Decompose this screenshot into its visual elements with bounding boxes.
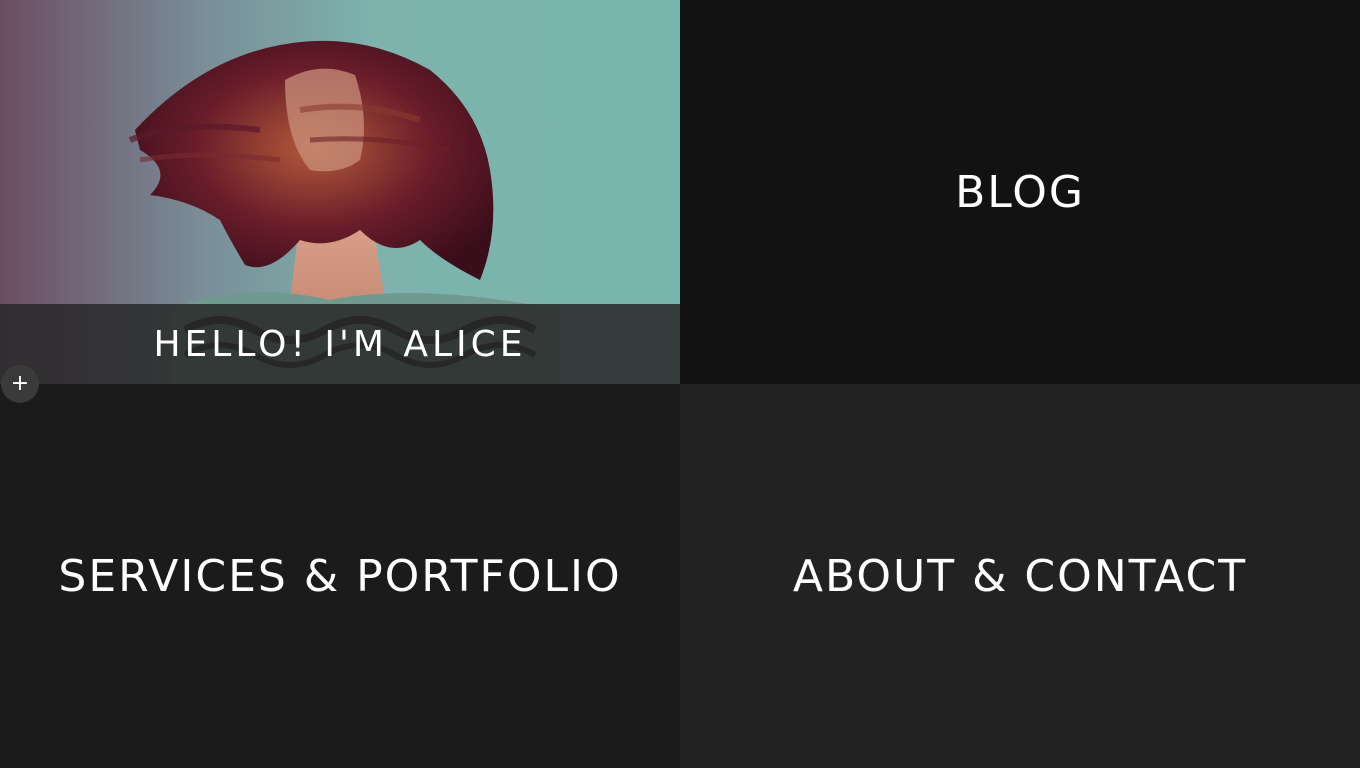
blog-label: BLOG — [955, 166, 1085, 218]
services-portfolio-label: SERVICES & PORTFOLIO — [58, 550, 622, 602]
about-contact-label: ABOUT & CONTACT — [792, 550, 1248, 602]
hero-tile[interactable]: HELLO! I'M ALICE — [0, 0, 680, 384]
hero-caption-bar: HELLO! I'M ALICE — [0, 304, 680, 384]
blog-tile[interactable]: BLOG — [680, 0, 1360, 384]
services-portfolio-tile[interactable]: SERVICES & PORTFOLIO — [0, 384, 680, 768]
tile-grid: HELLO! I'M ALICE BLOG SERVICES & PORTFOL… — [0, 0, 1360, 768]
hero-title: HELLO! I'M ALICE — [153, 323, 527, 365]
about-contact-tile[interactable]: ABOUT & CONTACT — [680, 384, 1360, 768]
plus-icon[interactable]: + — [1, 365, 39, 403]
